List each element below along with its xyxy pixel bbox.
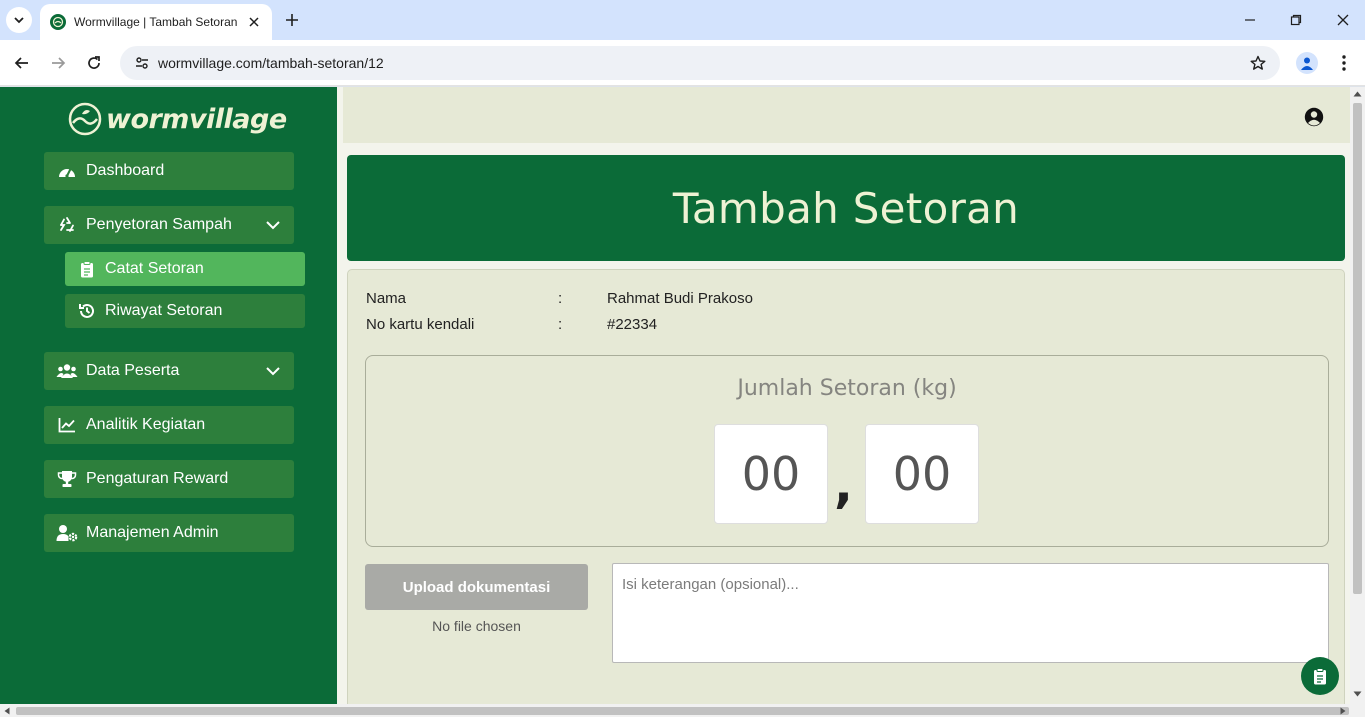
vertical-scrollbar[interactable] <box>1350 87 1365 704</box>
browser-tab-active[interactable]: Wormvillage | Tambah Setoran <box>40 4 272 40</box>
sidebar-item-label: Manajemen Admin <box>86 524 219 541</box>
info-separator: : <box>558 290 563 307</box>
url-text: wormvillage.com/tambah-setoran/12 <box>158 55 384 71</box>
sidebar-item-analitik-kegiatan[interactable]: Analitik Kegiatan <box>44 406 294 444</box>
horizontal-scrollbar-thumb[interactable] <box>16 707 1349 715</box>
info-label: No kartu kendali <box>366 316 475 333</box>
sidebar: wormvillage Dashboard Penyetoran Sampah … <box>0 87 337 704</box>
sidebar-subitem-riwayat-setoran[interactable]: Riwayat Setoran <box>65 294 305 328</box>
sidebar-item-dashboard[interactable]: Dashboard <box>44 152 294 190</box>
deposit-form-card: Nama : Rahmat Budi Prakoso No kartu kend… <box>347 269 1345 717</box>
brand-name: wormvillage <box>106 103 287 135</box>
sidebar-item-pengaturan-reward[interactable]: Pengaturan Reward <box>44 460 294 498</box>
browser-toolbar: wormvillage.com/tambah-setoran/12 <box>0 40 1365 86</box>
sidebar-item-label: Dashboard <box>86 162 165 179</box>
history-icon <box>77 302 97 320</box>
quantity-decimal-input[interactable]: 00 <box>865 424 979 524</box>
upload-documentation-button[interactable]: Upload dokumentasi <box>365 564 588 610</box>
wormvillage-favicon-icon <box>50 14 66 30</box>
page-header-banner: Tambah Setoran <box>347 155 1345 261</box>
tab-title: Wormvillage | Tambah Setoran <box>74 15 238 29</box>
clipboard-icon <box>1314 667 1326 684</box>
vertical-scrollbar-thumb[interactable] <box>1353 103 1362 594</box>
user-circle-icon[interactable] <box>1304 107 1324 127</box>
scroll-up-arrow-icon[interactable] <box>1353 91 1362 97</box>
chevron-down-icon <box>264 363 282 379</box>
scroll-right-arrow-icon[interactable] <box>1340 707 1346 715</box>
quantity-integer-input[interactable]: 00 <box>714 424 828 524</box>
clipboard-icon <box>77 260 97 278</box>
info-separator: : <box>558 316 563 333</box>
trophy-icon <box>56 469 78 489</box>
info-label: Nama <box>366 290 407 307</box>
info-value-nama: Rahmat Budi Prakoso <box>607 290 753 307</box>
back-arrow-icon[interactable] <box>10 51 34 75</box>
sidebar-subitem-label: Catat Setoran <box>105 260 204 277</box>
sidebar-item-manajemen-admin[interactable]: Manajemen Admin <box>44 514 294 552</box>
sidebar-subitem-catat-setoran[interactable]: Catat Setoran <box>65 252 305 286</box>
window-restore-icon[interactable] <box>1286 10 1306 30</box>
chevron-down-icon <box>14 17 24 24</box>
bookmark-star-icon[interactable] <box>1246 51 1270 75</box>
upload-file-status: No file chosen <box>432 618 521 634</box>
page-title: Tambah Setoran <box>672 183 1020 233</box>
sidebar-item-label: Penyetoran Sampah <box>86 216 232 233</box>
browser-tab-strip: Wormvillage | Tambah Setoran <box>0 0 1365 40</box>
chart-line-icon <box>56 415 78 435</box>
decimal-separator: , <box>834 456 853 514</box>
sidebar-item-penyetoran-sampah[interactable]: Penyetoran Sampah <box>44 206 294 244</box>
tab-search-button[interactable] <box>6 7 32 33</box>
users-icon <box>56 361 78 381</box>
page-viewport: wormvillage Dashboard Penyetoran Sampah … <box>0 87 1365 717</box>
info-value-kartu-kendali: #22334 <box>607 316 658 333</box>
profile-avatar-icon[interactable] <box>1296 52 1318 74</box>
scroll-left-arrow-icon[interactable] <box>4 707 10 715</box>
reload-icon[interactable] <box>82 51 106 75</box>
sidebar-item-data-peserta[interactable]: Data Peserta <box>44 352 294 390</box>
forward-arrow-icon[interactable] <box>46 51 70 75</box>
address-bar[interactable]: wormvillage.com/tambah-setoran/12 <box>120 46 1280 80</box>
chevron-down-icon <box>264 217 282 233</box>
sidebar-subitem-label: Riwayat Setoran <box>105 302 223 319</box>
main-content: Tambah Setoran Nama : Rahmat Budi Prakos… <box>337 87 1350 717</box>
browser-menu-kebab-icon[interactable] <box>1334 51 1354 75</box>
site-info-tune-icon[interactable] <box>130 51 154 75</box>
info-row-kartu-kendali: No kartu kendali : #22334 <box>366 316 966 336</box>
note-textarea[interactable] <box>612 563 1329 663</box>
wormvillage-logo-icon <box>68 102 102 136</box>
tab-close-icon[interactable] <box>246 14 262 30</box>
brand-logo[interactable]: wormvillage <box>68 101 287 137</box>
top-navbar <box>343 87 1350 143</box>
sidebar-item-label: Pengaturan Reward <box>86 470 229 487</box>
quantity-title: Jumlah Setoran (kg) <box>737 376 957 401</box>
horizontal-scrollbar[interactable] <box>0 704 1365 717</box>
window-minimize-icon[interactable] <box>1240 10 1260 30</box>
info-row-nama: Nama : Rahmat Budi Prakoso <box>366 290 966 310</box>
recycle-icon <box>56 215 78 235</box>
sidebar-item-label: Data Peserta <box>86 362 180 379</box>
quantity-panel: Jumlah Setoran (kg) 00 , 00 <box>365 355 1329 547</box>
window-close-icon[interactable] <box>1333 10 1353 30</box>
scroll-down-arrow-icon[interactable] <box>1353 691 1362 697</box>
new-tab-plus-icon[interactable] <box>282 10 302 30</box>
gauge-icon <box>56 161 78 181</box>
sidebar-item-label: Analitik Kegiatan <box>86 416 206 433</box>
floating-clipboard-button[interactable] <box>1301 657 1339 695</box>
user-gear-icon <box>56 523 78 543</box>
